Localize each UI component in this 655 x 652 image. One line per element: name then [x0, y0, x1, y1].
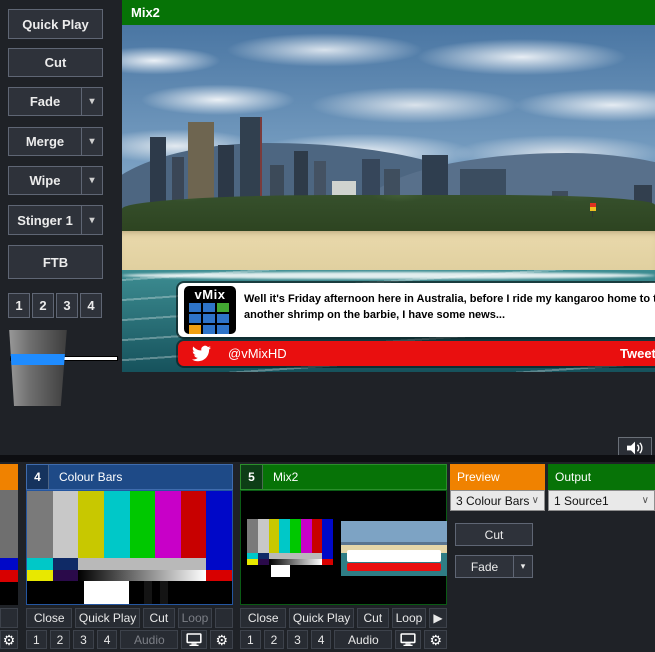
tweet-overlay-box: vMix Well it's Friday afternoon here in … — [178, 283, 655, 337]
input-settings-button[interactable]: ⚙ — [424, 630, 446, 649]
stinger-button[interactable]: Stinger 1 ▾ — [8, 205, 103, 235]
gear-icon: ⚙ — [429, 633, 442, 647]
vmix-logo: vMix — [184, 286, 236, 334]
cut-button[interactable]: Cut — [357, 608, 389, 628]
input-title: Colour Bars — [49, 465, 232, 489]
mini-beach-output — [341, 521, 447, 576]
ftb-button[interactable]: FTB — [8, 245, 103, 279]
audio-button[interactable]: Audio — [120, 630, 178, 649]
input-5-controls: Close Quick Play Cut Loop ▶ — [240, 608, 447, 628]
preview-source-dropdown[interactable]: 3 Colour Bars ∨ — [450, 490, 545, 511]
mix-preview-titlebar: Mix2 — [122, 0, 655, 25]
overlay-3-button[interactable]: 3 — [73, 630, 94, 649]
overlay-4-button[interactable]: 4 — [311, 630, 332, 649]
input-title: Mix2 — [263, 465, 446, 489]
fullscreen-button[interactable] — [181, 630, 207, 649]
input-4-header[interactable]: 4 Colour Bars — [26, 464, 233, 490]
tweet-cta: Tweet us! #vMixHD — [620, 346, 655, 361]
cut-button[interactable]: Cut — [143, 608, 175, 628]
mix-select-3[interactable]: 3 — [56, 293, 78, 318]
fullscreen-button[interactable] — [395, 630, 421, 649]
tbar-handle[interactable] — [8, 330, 68, 406]
overlay-1-button[interactable]: 1 — [240, 630, 261, 649]
overlay-4-button[interactable]: 4 — [97, 630, 118, 649]
input-5-overlay-row: 1 2 3 4 Audio ⚙ — [240, 630, 447, 649]
quick-play-button[interactable]: Quick Play — [75, 608, 139, 628]
preview-bus-header: Preview — [450, 464, 545, 490]
overlay-1-button[interactable]: 1 — [26, 630, 47, 649]
play-button[interactable]: ▶ — [429, 608, 447, 628]
chevron-down-icon[interactable]: ▾ — [81, 206, 102, 234]
chevron-down-icon[interactable]: ▾ — [513, 556, 532, 577]
beach-flag-image — [590, 203, 596, 211]
colour-bars-pattern — [27, 491, 232, 604]
twitter-bird-icon — [192, 344, 211, 363]
twitter-handle: @vMixHD — [228, 346, 287, 361]
output-bus-header: Output — [548, 464, 655, 490]
wipe-button[interactable]: Wipe ▾ — [8, 166, 103, 195]
input-3-header — [0, 464, 18, 490]
input-4-thumbnail[interactable] — [26, 490, 233, 605]
output-source-dropdown[interactable]: 1 Source1 ∨ — [548, 490, 655, 511]
input-settings-button[interactable]: ⚙ — [210, 630, 232, 649]
mix-preview-title: Mix2 — [131, 5, 160, 20]
switcher-fade-button[interactable]: Fade ▾ — [455, 555, 533, 578]
input-4-overlay-row: 1 2 3 4 Audio ⚙ — [26, 630, 233, 649]
chevron-down-icon[interactable]: ▾ — [81, 167, 102, 194]
merge-button[interactable]: Merge ▾ — [8, 127, 103, 156]
input-3-settings-button[interactable]: ⚙ — [0, 630, 18, 649]
input-5-thumbnail[interactable] — [240, 490, 447, 605]
chevron-down-icon[interactable]: ▾ — [81, 128, 102, 155]
switcher-cut-button[interactable]: Cut — [455, 523, 533, 546]
input-3-thumbnail[interactable] — [0, 490, 18, 558]
tweet-message: Well it's Friday afternoon here in Austr… — [244, 291, 655, 323]
loop-button[interactable]: Loop — [178, 608, 212, 628]
input-number-badge: 4 — [27, 465, 49, 489]
loop-button[interactable]: Loop — [392, 608, 426, 628]
input-5-header[interactable]: 5 Mix2 — [240, 464, 447, 490]
close-button[interactable]: Close — [240, 608, 286, 628]
vmix-logo-grid — [189, 303, 231, 334]
tweet-ticker-bar: @vMixHD Tweet us! #vMixHD — [178, 341, 655, 366]
vmix-window: { "transitions": { "arrow": "▾", "button… — [0, 0, 655, 652]
program-video-frame: vMix Well it's Friday afternoon here in … — [122, 25, 655, 372]
beach-sand-image — [122, 231, 655, 275]
audio-button[interactable]: Audio — [334, 630, 392, 649]
input-number-badge: 5 — [241, 465, 263, 489]
spacer-cell — [215, 608, 233, 628]
input-4-controls: Close Quick Play Cut Loop — [26, 608, 233, 628]
chevron-down-icon: ∨ — [532, 495, 539, 506]
input-3-control[interactable] — [0, 608, 18, 628]
mini-colour-bars — [247, 519, 333, 577]
close-button[interactable]: Close — [26, 608, 72, 628]
gear-icon: ⚙ — [3, 633, 16, 647]
speaker-icon — [625, 440, 645, 456]
cut-button[interactable]: Cut — [8, 48, 103, 77]
fade-button[interactable]: Fade ▾ — [8, 87, 103, 116]
quick-play-button[interactable]: Quick Play — [8, 9, 103, 39]
mix-preview-window: Mix2 vMix — [122, 0, 655, 430]
tbar-position-indicator — [8, 354, 68, 365]
chevron-down-icon[interactable]: ▾ — [81, 88, 102, 115]
overlay-3-button[interactable]: 3 — [287, 630, 308, 649]
monitor-icon — [186, 633, 202, 646]
quick-play-button[interactable]: Quick Play — [289, 608, 353, 628]
gear-icon: ⚙ — [215, 633, 228, 647]
section-divider — [0, 455, 655, 462]
overlay-2-button[interactable]: 2 — [264, 630, 285, 649]
chevron-down-icon: ∨ — [642, 495, 649, 506]
overlay-2-button[interactable]: 2 — [50, 630, 71, 649]
mix-select-4[interactable]: 4 — [80, 293, 102, 318]
mix-select-1[interactable]: 1 — [8, 293, 30, 318]
mix-select-2[interactable]: 2 — [32, 293, 54, 318]
monitor-icon — [400, 633, 416, 646]
